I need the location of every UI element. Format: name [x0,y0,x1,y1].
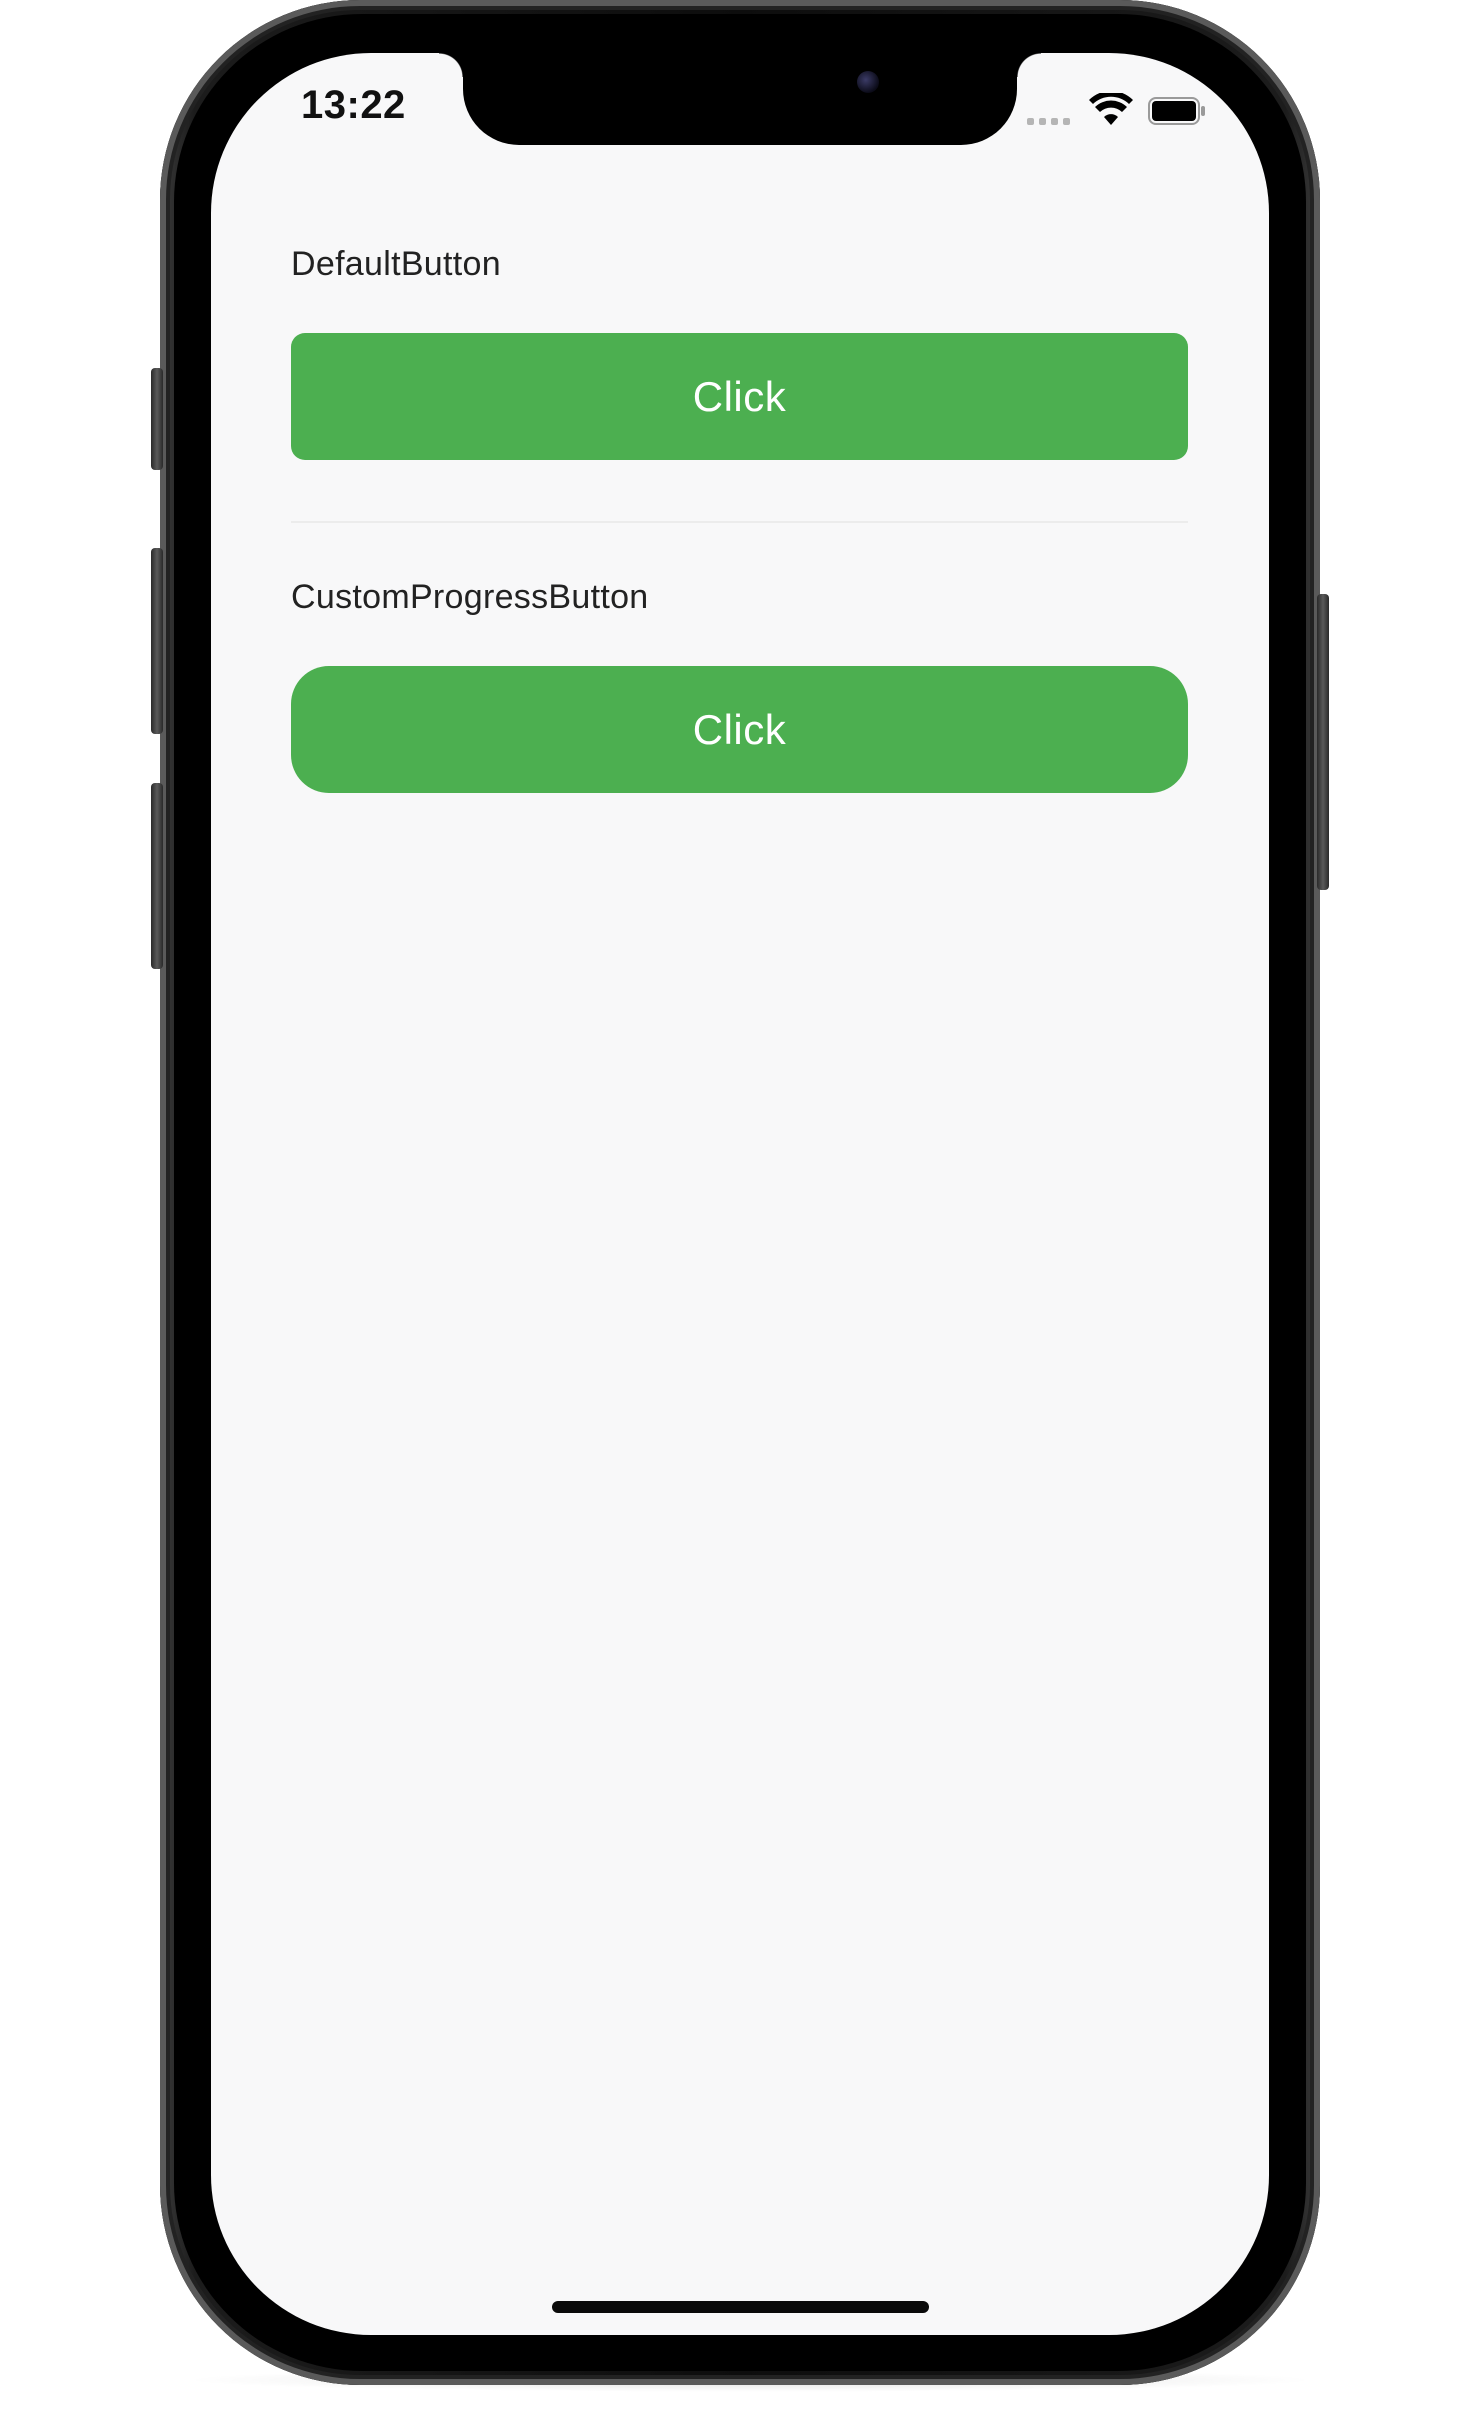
volume-down-button [151,783,163,969]
custom-progress-button-section-label: CustomProgressButton [291,578,649,616]
section-divider [291,521,1188,523]
cellular-signal-icon [1027,118,1070,125]
volume-up-button [151,548,163,734]
power-button [1317,594,1329,890]
custom-progress-click-button[interactable]: Click [291,666,1188,793]
mute-switch [151,368,163,470]
phone-screen: 13:22 DefaultButton Click CustomProgress… [211,53,1269,2335]
default-button-section-label: DefaultButton [291,245,501,283]
wifi-icon [1089,93,1133,125]
status-time: 13:22 [301,83,406,127]
default-click-button[interactable]: Click [291,333,1188,460]
home-indicator[interactable] [552,2301,929,2313]
notch [439,53,1041,145]
mockup-stage: 13:22 DefaultButton Click CustomProgress… [0,0,1480,2410]
front-camera [857,71,879,93]
battery-icon [1148,97,1205,125]
